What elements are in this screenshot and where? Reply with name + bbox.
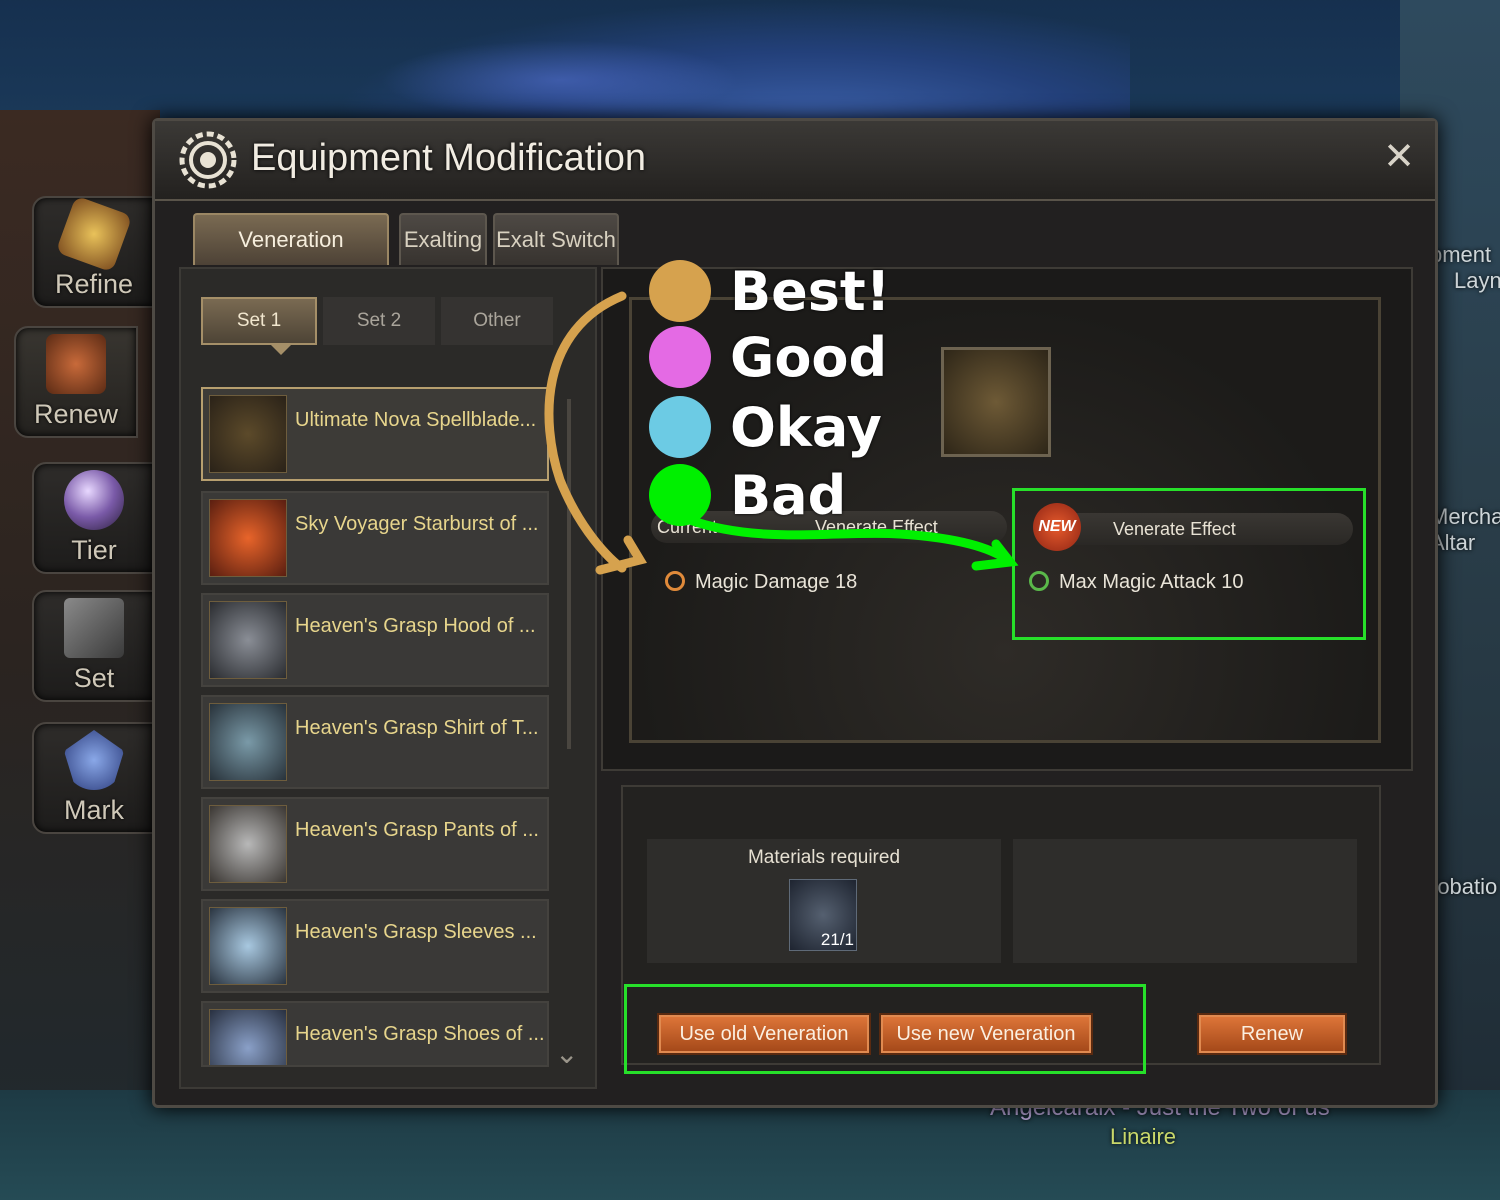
- legend-dot-good: [649, 326, 711, 388]
- gear-icon: [179, 131, 237, 189]
- current-effect-value-row: Magic Damage 18: [665, 571, 857, 594]
- side-tab-label: Tier: [71, 535, 117, 565]
- tab-exalting[interactable]: Exalting: [399, 213, 487, 265]
- materials-empty-box: [1013, 839, 1357, 963]
- background-glow: [380, 40, 740, 120]
- spellblade-icon: [209, 395, 287, 473]
- renew-button[interactable]: Renew: [1197, 1013, 1347, 1055]
- background-text: Layn: [1454, 268, 1500, 293]
- background-text: robatio: [1430, 874, 1498, 899]
- side-tab-label: Mark: [64, 795, 124, 825]
- list-item[interactable]: Sky Voyager Starburst of ...: [201, 491, 549, 585]
- materials-box: Materials required 21/1: [647, 839, 1001, 963]
- side-tab-renew[interactable]: Renew: [14, 326, 138, 438]
- list-item[interactable]: Heaven's Grasp Sleeves ...: [201, 899, 549, 993]
- buttons-highlight-box: [624, 984, 1146, 1074]
- legend-label-good: Good: [730, 326, 888, 389]
- set-tab-1[interactable]: Set 1: [201, 297, 317, 345]
- legend-dot-bad: [649, 464, 711, 526]
- side-tab-label: Renew: [33, 399, 119, 429]
- character-name-text: Linaire: [1110, 1124, 1177, 1149]
- set-tabs: Set 1 Set 2 Other: [201, 297, 561, 355]
- side-tab-refine[interactable]: Refine: [32, 195, 156, 308]
- legend-dot-okay: [649, 396, 711, 458]
- starburst-orb-icon: [209, 499, 287, 577]
- pants-icon: [209, 805, 287, 883]
- shoes-icon: [209, 1009, 287, 1065]
- list-item[interactable]: Heaven's Grasp Shirt of T...: [201, 695, 549, 789]
- tab-exalt-switch[interactable]: Exalt Switch: [493, 213, 619, 265]
- materials-title: Materials required: [747, 847, 901, 868]
- set-tab-caret-icon: [271, 345, 291, 355]
- side-tab-label: Refine: [54, 269, 134, 299]
- set-tab-other[interactable]: Other: [441, 297, 553, 345]
- legend-label-bad: Bad: [730, 464, 847, 527]
- material-ore-icon[interactable]: 21/1: [789, 879, 857, 951]
- material-count: 21/1: [820, 930, 854, 949]
- legend-dot-best: [649, 260, 711, 322]
- set-cube-icon: [64, 598, 124, 658]
- window-titlebar[interactable]: Equipment Modification ✕: [155, 121, 1435, 201]
- background-text: Merchar: [1430, 504, 1500, 529]
- chevron-down-icon[interactable]: ⌄: [555, 1037, 578, 1070]
- item-name: Heaven's Grasp Shoes of ...: [295, 1023, 543, 1045]
- side-tab-label: Set: [73, 663, 115, 693]
- side-tab-mark[interactable]: Mark: [32, 722, 156, 834]
- anvil-hammer-icon: [46, 334, 106, 394]
- list-item[interactable]: Heaven's Grasp Hood of ...: [201, 593, 549, 687]
- item-name: Heaven's Grasp Hood of ...: [295, 615, 536, 637]
- emblem-icon: [64, 730, 124, 790]
- item-name: Ultimate Nova Spellblade...: [295, 409, 537, 431]
- shirt-icon: [209, 703, 287, 781]
- new-effect-highlight-box: [1012, 488, 1366, 640]
- item-name: Heaven's Grasp Sleeves ...: [295, 921, 537, 943]
- selected-weapon-slot: [941, 347, 1051, 457]
- tab-veneration-renewal[interactable]: Veneration Renewal: [193, 213, 389, 302]
- refine-crystal-icon: [55, 195, 133, 273]
- hood-icon: [209, 601, 287, 679]
- list-item[interactable]: Ultimate Nova Spellblade...: [201, 387, 549, 481]
- side-tab-set[interactable]: Set: [32, 590, 156, 702]
- effect-bullet-icon: [665, 571, 685, 591]
- equipment-list-panel: Set 1 Set 2 Other Ultimate Nova Spellbla…: [179, 267, 597, 1089]
- item-name: Sky Voyager Starburst of ...: [295, 513, 539, 535]
- side-tab-tier[interactable]: Tier: [32, 462, 156, 574]
- background-text: pment: [1430, 242, 1492, 267]
- set-tab-2[interactable]: Set 2: [323, 297, 435, 345]
- legend-label-okay: Okay: [730, 396, 882, 459]
- list-item[interactable]: Heaven's Grasp Pants of ...: [201, 797, 549, 891]
- crossed-swords-close-icon[interactable]: ✕: [1379, 137, 1419, 177]
- list-scrollbar[interactable]: [567, 399, 571, 749]
- orb-icon: [64, 470, 124, 530]
- gloves-icon: [209, 907, 287, 985]
- list-item[interactable]: Heaven's Grasp Shoes of ...: [201, 1001, 549, 1067]
- window-title: Equipment Modification: [251, 137, 646, 179]
- item-name: Heaven's Grasp Pants of ...: [295, 819, 539, 841]
- legend-label-best: Best!: [730, 260, 891, 323]
- current-effect-value: Magic Damage 18: [695, 571, 858, 593]
- item-name: Heaven's Grasp Shirt of T...: [295, 717, 539, 739]
